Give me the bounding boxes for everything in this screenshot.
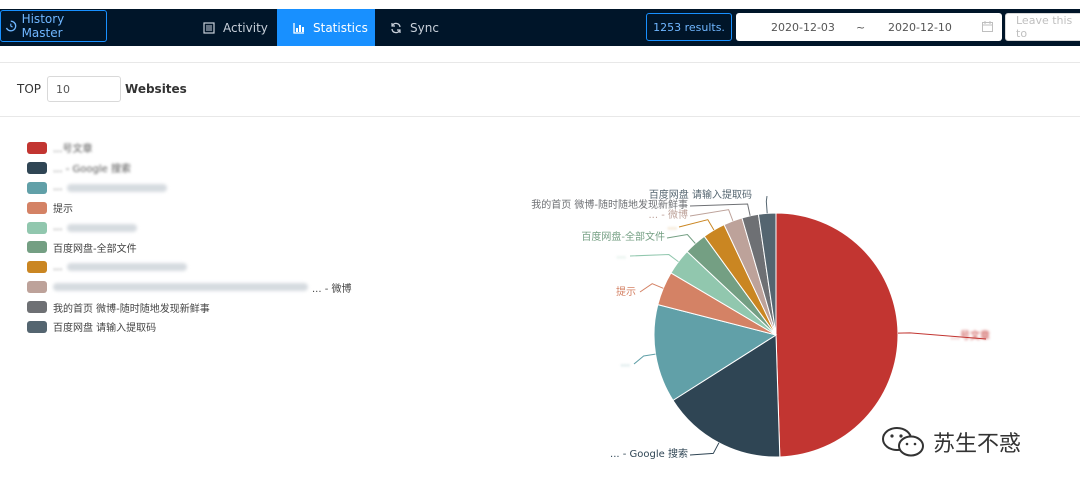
watermark-text: 苏生不惑 [933,432,1022,457]
pie-leader-line [666,233,696,244]
pie-leader-line [639,283,664,293]
pie-leader-line [633,353,656,365]
pie-label: ...号文章 [950,329,990,342]
pie-label: ... [620,358,630,369]
wechat-icon [882,427,924,457]
pie-leader-line [629,254,679,263]
pie-leader-line [678,219,715,231]
pie-label: ... [616,250,626,261]
pie-chart: ...号文章... - Google 搜索...提示...百度网盘-全部文件..… [531,188,990,460]
pie-label: ... [667,221,677,232]
pie-leader-line [689,209,734,222]
pie-label: 百度网盘 请输入提取码 [649,188,752,201]
pie-slice[interactable] [775,212,899,458]
pie-label: 提示 [616,286,636,298]
watermark: 苏生不惑 [881,425,1021,459]
pie-leader-line [765,195,768,214]
pie-leader-line [689,442,720,456]
pie-label: ... - Google 搜索 [610,447,688,460]
pie-label: 百度网盘-全部文件 [581,230,665,243]
